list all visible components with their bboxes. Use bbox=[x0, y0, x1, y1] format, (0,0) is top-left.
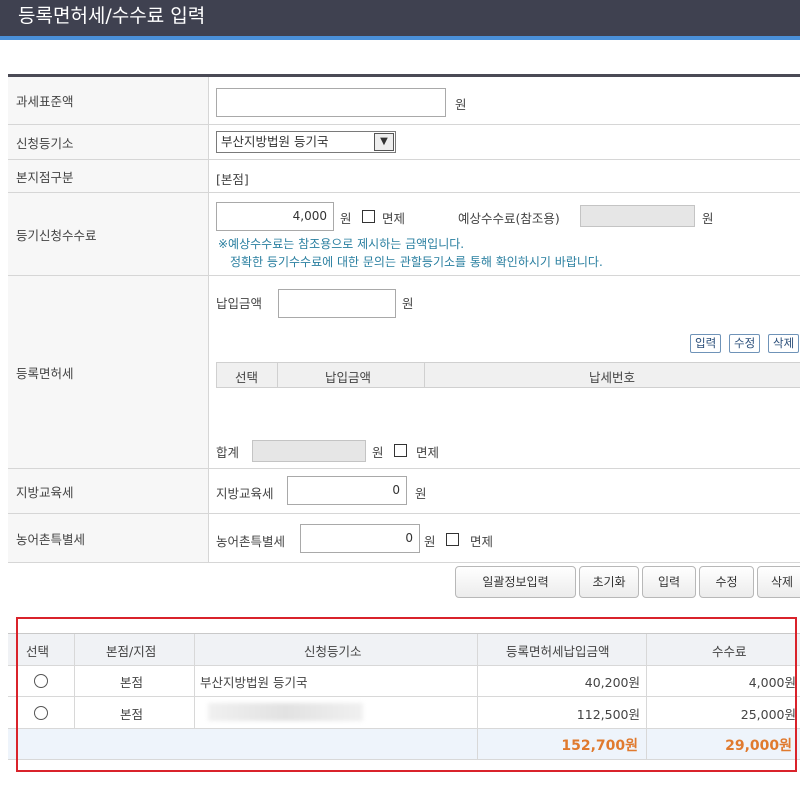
pay-amount-label: 납입금액 bbox=[216, 296, 263, 311]
edu-tax-row: 지방교육세 지방교육세 0 원 bbox=[8, 469, 800, 514]
rural-exempt-checkbox[interactable] bbox=[446, 533, 459, 546]
expected-fee-unit: 원 bbox=[702, 211, 714, 226]
expected-fee-label: 예상수수료(참조용) bbox=[458, 211, 560, 226]
reset-button[interactable]: 초기화 bbox=[579, 566, 639, 598]
fee-unit: 원 bbox=[340, 211, 352, 226]
registry-row: 신청등기소 부산지방법원 등기국 ▼ bbox=[8, 125, 800, 160]
fee-label: 등기신청수수료 bbox=[8, 193, 209, 275]
license-exempt-checkbox[interactable] bbox=[394, 444, 407, 457]
fee-note-2: 정확한 등기수수료에 대한 문의는 관할등기소를 통해 확인하시기 바랍니다. bbox=[230, 255, 603, 269]
title-underline bbox=[0, 36, 800, 40]
rural-tax-field-label: 농어촌특별세 bbox=[216, 534, 286, 549]
fee-row: 등기신청수수료 4,000 원 면제 예상수수료(참조용) 원 ※예상수수료는 … bbox=[8, 193, 800, 276]
branch-type-value: [본점] bbox=[216, 172, 249, 187]
fee-input[interactable]: 4,000 bbox=[216, 202, 334, 231]
page-title: 등록면허세/수수료 입력 bbox=[0, 0, 800, 36]
registry-select[interactable]: 부산지방법원 등기국 ▼ bbox=[216, 131, 396, 153]
input-button[interactable]: 입력 bbox=[642, 566, 696, 598]
tax-base-label: 과세표준액 bbox=[8, 77, 209, 124]
delete-button[interactable]: 삭제 bbox=[757, 566, 800, 598]
fee-note-1: ※예상수수료는 참조용으로 제시하는 금액입니다. bbox=[218, 237, 465, 251]
pay-amount-unit: 원 bbox=[402, 296, 414, 311]
rural-tax-input[interactable]: 0 bbox=[300, 524, 420, 553]
branch-type-row: 본지점구분 [본점] bbox=[8, 160, 800, 193]
rural-tax-label: 농어촌특별세 bbox=[8, 514, 209, 562]
license-input-button[interactable]: 입력 bbox=[690, 334, 722, 353]
sum-input bbox=[252, 440, 366, 462]
col-tax-number: 납세번호 bbox=[589, 370, 636, 385]
sum-label: 합계 bbox=[216, 445, 240, 460]
license-edit-button[interactable]: 수정 bbox=[729, 334, 761, 353]
fee-exempt-checkbox[interactable] bbox=[362, 210, 375, 223]
license-grid-header: 선택 납입금액 납세번호 bbox=[216, 362, 800, 388]
sum-unit: 원 bbox=[372, 445, 384, 460]
fee-input-form: 과세표준액 원 신청등기소 부산지방법원 등기국 ▼ 본지점구분 [본점] 등기… bbox=[8, 74, 800, 563]
bulk-input-button[interactable]: 일괄정보입력 bbox=[455, 566, 576, 598]
rural-tax-unit: 원 bbox=[424, 534, 436, 549]
edu-tax-field-label: 지방교육세 bbox=[216, 486, 274, 501]
tax-base-row: 과세표준액 원 bbox=[8, 77, 800, 125]
license-delete-button[interactable]: 삭제 bbox=[768, 334, 800, 353]
license-tax-row: 등록면허세 납입금액 원 입력 수정 삭제 선택 납입금액 납세번호 합계 원 … bbox=[8, 276, 800, 469]
edu-tax-unit: 원 bbox=[415, 486, 427, 501]
col-select: 선택 bbox=[235, 370, 259, 385]
col-pay-amount: 납입금액 bbox=[325, 370, 372, 385]
license-exempt-label: 면제 bbox=[416, 445, 440, 460]
edu-tax-input[interactable]: 0 bbox=[287, 476, 407, 505]
expected-fee-input bbox=[580, 205, 695, 227]
rural-exempt-label: 면제 bbox=[470, 534, 494, 549]
edit-button[interactable]: 수정 bbox=[699, 566, 754, 598]
branch-type-label: 본지점구분 bbox=[8, 160, 209, 192]
edu-tax-label: 지방교육세 bbox=[8, 469, 209, 513]
highlight-box bbox=[16, 617, 797, 772]
license-tax-label: 등록면허세 bbox=[8, 276, 209, 468]
pay-amount-input[interactable] bbox=[278, 289, 396, 318]
registry-label: 신청등기소 bbox=[8, 125, 209, 159]
tax-base-input[interactable] bbox=[216, 88, 446, 117]
tax-base-unit: 원 bbox=[455, 97, 467, 112]
fee-exempt-label: 면제 bbox=[382, 211, 406, 226]
rural-tax-row: 농어촌특별세 농어촌특별세 0 원 면제 bbox=[8, 514, 800, 563]
chevron-down-icon[interactable]: ▼ bbox=[374, 133, 394, 151]
